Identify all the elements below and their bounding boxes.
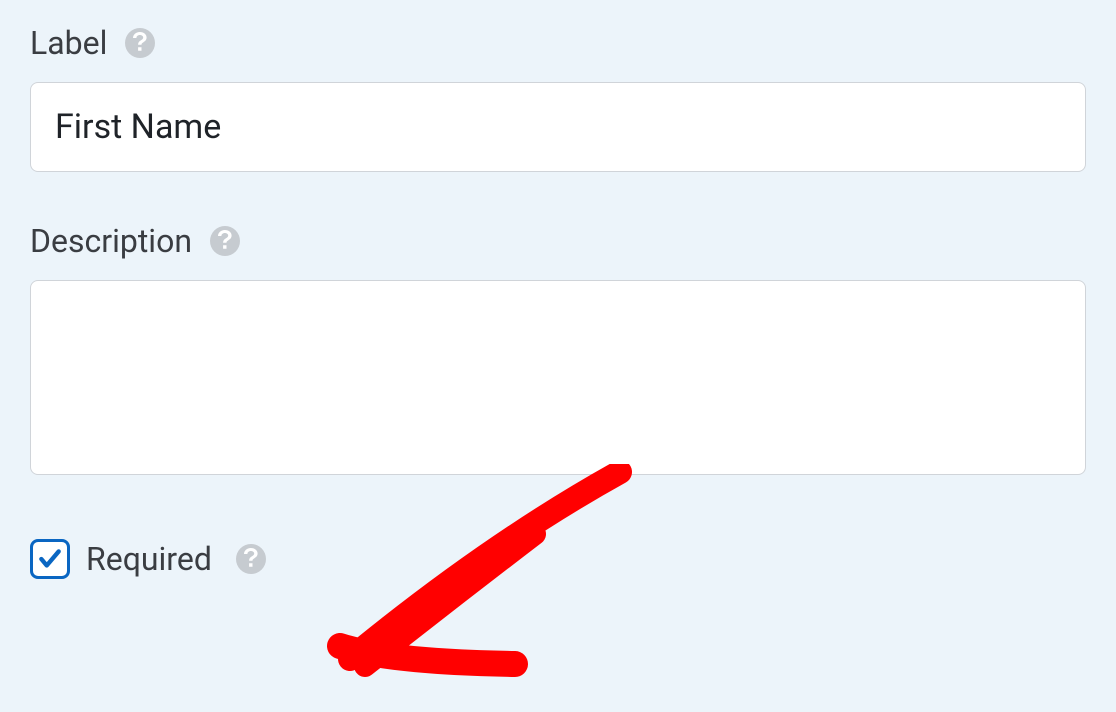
help-icon[interactable] [236,544,266,574]
description-title: Description [30,222,192,260]
required-row: Required [30,539,1086,579]
label-header-row: Label [30,24,1086,62]
description-field-group: Description [30,222,1086,479]
label-field-group: Label [30,24,1086,172]
annotation-arrow-icon [310,464,710,704]
help-icon[interactable] [125,28,155,58]
description-input[interactable] [30,280,1086,475]
help-icon[interactable] [210,226,240,256]
description-header-row: Description [30,222,1086,260]
label-input[interactable] [30,82,1086,172]
label-title: Label [30,24,107,62]
required-checkbox[interactable] [30,539,70,579]
required-label: Required [86,540,212,578]
